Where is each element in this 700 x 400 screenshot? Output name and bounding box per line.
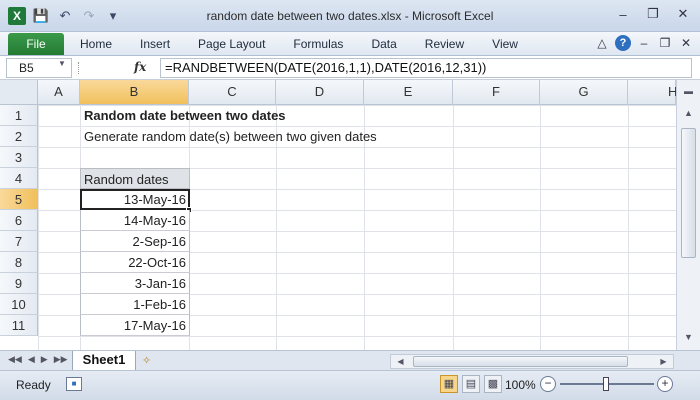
sheet-tab-sheet1[interactable]: Sheet1: [72, 351, 136, 371]
window-title: random date between two dates.xlsx - Mic…: [206, 9, 494, 23]
formula-input[interactable]: =RANDBETWEEN(DATE(2016,1,1),DATE(2016,12…: [160, 58, 692, 78]
ribbon-controls: △ ? – ❐ ✕: [594, 35, 694, 51]
formula-bar-separator: [78, 62, 80, 74]
formula-bar: B5 ▼ fx =RANDBETWEEN(DATE(2016,1,1),DATE…: [0, 56, 700, 80]
tab-data[interactable]: Data: [357, 32, 410, 56]
ribbon-tabs: Home Insert Page Layout Formulas Data Re…: [66, 32, 532, 56]
cell-b1-title[interactable]: Random date between two dates: [81, 105, 289, 126]
row-header-2[interactable]: 2: [0, 126, 38, 147]
select-all-corner[interactable]: [0, 80, 38, 105]
horizontal-scroll-thumb[interactable]: [413, 356, 628, 367]
normal-view-icon[interactable]: ▦: [440, 375, 458, 393]
split-handle-icon[interactable]: ▬: [681, 84, 696, 99]
scroll-left-icon[interactable]: ◀: [393, 355, 408, 368]
ribbon: File Home Insert Page Layout Formulas Da…: [0, 32, 700, 56]
view-buttons: ▦ ▤ ▩: [440, 375, 502, 393]
cell-b9[interactable]: 3-Jan-16: [80, 273, 190, 294]
next-sheet-icon[interactable]: ▶: [41, 354, 48, 365]
status-bar: Ready ■ ▦ ▤ ▩ 100% − +: [0, 370, 700, 400]
cell-b7[interactable]: 2-Sep-16: [80, 231, 190, 252]
ribbon-minimize-icon[interactable]: △: [594, 35, 610, 51]
column-header-g[interactable]: G: [540, 80, 628, 105]
scroll-up-icon[interactable]: ▲: [681, 106, 696, 121]
tab-formulas[interactable]: Formulas: [279, 32, 357, 56]
tab-review[interactable]: Review: [411, 32, 478, 56]
row-header-4[interactable]: 4: [0, 168, 38, 189]
column-header-e[interactable]: E: [364, 80, 453, 105]
zoom-in-icon[interactable]: +: [657, 376, 673, 392]
row-header-7[interactable]: 7: [0, 231, 38, 252]
cell-b2-subtitle[interactable]: Generate random date(s) between two give…: [81, 126, 380, 147]
scroll-down-icon[interactable]: ▼: [681, 330, 696, 345]
row-header-6[interactable]: 6: [0, 210, 38, 231]
insert-function-icon[interactable]: fx: [134, 60, 146, 74]
horizontal-scrollbar[interactable]: ◀ ▶: [390, 354, 674, 369]
tab-page-layout[interactable]: Page Layout: [184, 32, 279, 56]
row-header-9[interactable]: 9: [0, 273, 38, 294]
zoom-slider-thumb[interactable]: [603, 377, 609, 391]
cell-b4-header[interactable]: Random dates: [80, 168, 190, 189]
zoom-level[interactable]: 100%: [505, 378, 536, 392]
cell-b5[interactable]: 13-May-16: [80, 189, 190, 210]
row-header-10[interactable]: 10: [0, 294, 38, 315]
vertical-scrollbar[interactable]: ▬ ▲ ▼: [676, 80, 700, 350]
window-controls: – ❐ ✕: [612, 5, 694, 23]
tab-view[interactable]: View: [478, 32, 532, 56]
last-sheet-icon[interactable]: ▶▶: [54, 354, 68, 365]
name-box-dropdown-icon[interactable]: ▼: [58, 59, 66, 68]
scroll-right-icon[interactable]: ▶: [656, 355, 671, 368]
cell-b10[interactable]: 1-Feb-16: [80, 294, 190, 315]
cell-b6[interactable]: 14-May-16: [80, 210, 190, 231]
gridline: [540, 105, 541, 350]
help-icon[interactable]: ?: [615, 35, 631, 51]
column-header-d[interactable]: D: [276, 80, 364, 105]
row-header-1[interactable]: 1: [0, 105, 38, 126]
zoom-out-icon[interactable]: −: [540, 376, 556, 392]
tab-home[interactable]: Home: [66, 32, 126, 56]
vertical-scroll-thumb[interactable]: [681, 128, 696, 258]
close-icon[interactable]: ✕: [672, 5, 694, 23]
minimize-icon[interactable]: –: [612, 5, 634, 23]
worksheet-grid: A B C D E F G H 1 2 3 4 5 6 7 8 9 10 11 …: [0, 80, 677, 350]
row-header-8[interactable]: 8: [0, 252, 38, 273]
column-header-a[interactable]: A: [38, 80, 80, 105]
gridline: [628, 105, 629, 350]
tab-insert[interactable]: Insert: [126, 32, 184, 56]
first-sheet-icon[interactable]: ◀◀: [8, 354, 22, 365]
row-header-3[interactable]: 3: [0, 147, 38, 168]
column-header-c[interactable]: C: [189, 80, 276, 105]
gridline: [453, 105, 454, 350]
page-break-view-icon[interactable]: ▩: [484, 375, 502, 393]
doc-close-icon[interactable]: ✕: [678, 35, 694, 51]
restore-icon[interactable]: ❐: [642, 5, 664, 23]
cell-b8[interactable]: 22-Oct-16: [80, 252, 190, 273]
prev-sheet-icon[interactable]: ◀: [28, 354, 35, 365]
sheet-navigation: ◀◀ ◀ ▶ ▶▶: [8, 354, 68, 365]
insert-sheet-icon[interactable]: ✧: [142, 354, 158, 368]
doc-minimize-icon[interactable]: –: [636, 35, 652, 51]
column-header-f[interactable]: F: [453, 80, 540, 105]
column-header-h[interactable]: H: [628, 80, 677, 105]
sheet-tab-bar: ◀◀ ◀ ▶ ▶▶ Sheet1 ✧ ◀ ▶: [0, 350, 700, 371]
page-layout-view-icon[interactable]: ▤: [462, 375, 480, 393]
row-header-5[interactable]: 5: [0, 189, 38, 210]
column-header-b[interactable]: B: [80, 80, 189, 105]
cell-b11[interactable]: 17-May-16: [80, 315, 190, 336]
row-header-11[interactable]: 11: [0, 315, 38, 336]
status-ready: Ready: [16, 378, 51, 392]
doc-restore-icon[interactable]: ❐: [657, 35, 673, 51]
tab-file[interactable]: File: [8, 33, 64, 55]
macro-record-icon[interactable]: ■: [66, 377, 82, 391]
title-bar: X 💾 ↶ ↷ ▾ random date between two dates.…: [0, 0, 700, 32]
